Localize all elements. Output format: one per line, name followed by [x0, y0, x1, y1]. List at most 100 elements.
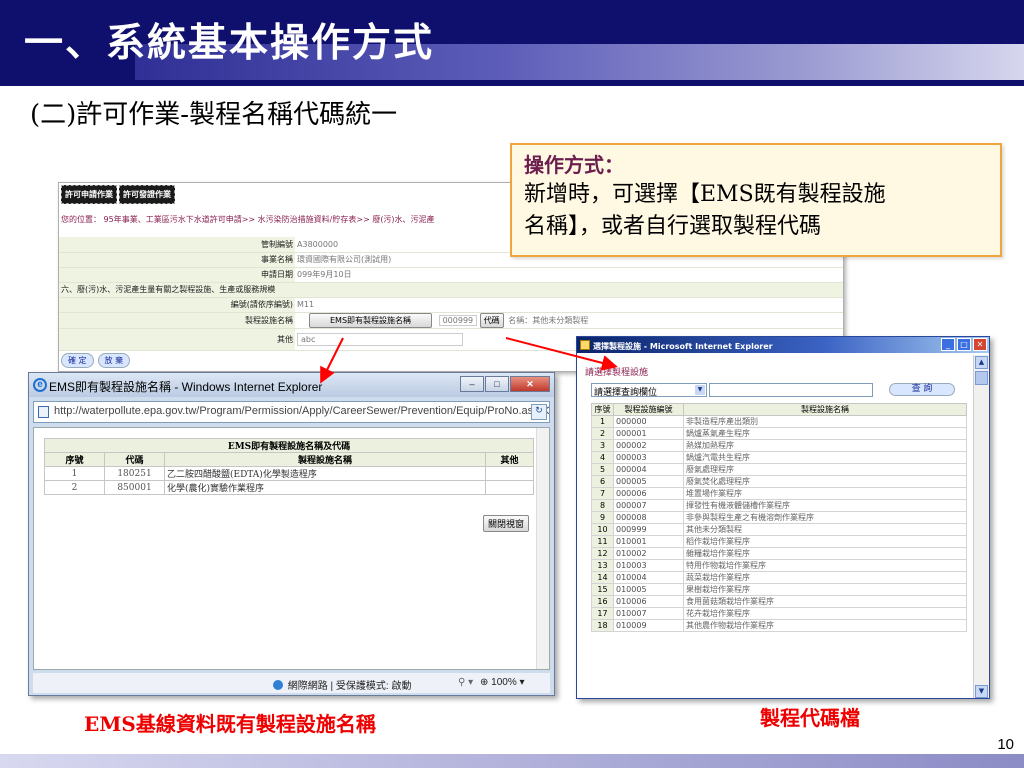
field-label: 管制編號	[59, 237, 295, 253]
security-zone[interactable]: 網際網路 | 受保護模式: 啟動	[273, 677, 412, 692]
other-input[interactable]: abc	[297, 332, 463, 346]
row-name[interactable]: 鍋爐蒸氣產生程序	[683, 427, 967, 440]
row-name[interactable]: 鍋爐汽電共生程序	[683, 451, 967, 464]
row-index: 6	[591, 475, 614, 488]
row-name[interactable]: 稻作栽培作業程序	[683, 535, 967, 548]
address-bar[interactable]: http://waterpollute.epa.gov.tw/Program/P…	[33, 401, 550, 423]
row-name[interactable]: 其他未分類製程	[683, 523, 967, 536]
row-code[interactable]: 000003	[613, 451, 684, 464]
row-code[interactable]: 010001	[613, 535, 684, 548]
vertical-scrollbar[interactable]: ▲ ▼	[973, 355, 989, 698]
row-other	[485, 466, 534, 481]
field-label: 製程設施名稱	[59, 312, 295, 329]
table-row[interactable]: 8 000007 揮發性有機液體儲槽作業程序	[591, 499, 967, 512]
row-name[interactable]: 果樹栽培作業程序	[683, 583, 967, 596]
row-code[interactable]: 010002	[613, 547, 684, 560]
row-index: 2	[591, 427, 614, 440]
table-row[interactable]: 2 850001 化學(農化)實驗作業程序	[44, 480, 534, 495]
table-row[interactable]: 9 000008 非參與製程生產之有機溶劑作業程序	[591, 511, 967, 524]
callout-box: 操作方式： 新增時，可選擇【EMS既有製程設施 名稱】，或者自行選取製程代碼	[510, 143, 1002, 257]
table-row[interactable]: 5 000004 廢氣處理程序	[591, 463, 967, 476]
table-row[interactable]: 15 010005 果樹栽培作業程序	[591, 583, 967, 596]
table-row[interactable]: 7 000006 堆置場作業程序	[591, 487, 967, 500]
search-bar: 請選擇查詢欄位 ▼ 查 詢	[591, 383, 955, 398]
status-bar: 網際網路 | 受保護模式: 啟動 ⚲ ▾ ⊕ 100% ▾	[33, 673, 550, 693]
minimize-icon[interactable]: –	[460, 376, 484, 392]
vertical-scrollbar[interactable]	[536, 428, 549, 669]
table-row[interactable]: 11 010001 稻作栽培作業程序	[591, 535, 967, 548]
table-row[interactable]: 6 000005 廢氣焚化處理程序	[591, 475, 967, 488]
zoom-control[interactable]: ⊕ 100% ▾	[480, 677, 525, 688]
callout-line-2: 名稱】，或者自行選取製程代碼	[524, 214, 822, 239]
row-code[interactable]: 010006	[613, 595, 684, 608]
code-button[interactable]: 代碼	[479, 312, 504, 328]
table-row[interactable]: 1 000000 非製造程序產出類別	[591, 415, 967, 428]
ems-facility-button[interactable]: EMS即有製程設施名稱	[309, 312, 433, 328]
close-icon[interactable]: ✕	[510, 376, 550, 392]
row-name[interactable]: 揮發性有機液體儲槽作業程序	[683, 499, 967, 512]
table-row[interactable]: 4 000003 鍋爐汽電共生程序	[591, 451, 967, 464]
row-code[interactable]: 000000	[613, 415, 684, 428]
row-index: 18	[591, 619, 614, 632]
row-name[interactable]: 非製造程序產出類別	[683, 415, 967, 428]
row-name[interactable]: 花卉栽培作業程序	[683, 607, 967, 620]
row-code[interactable]: 850001	[104, 480, 165, 495]
table-row[interactable]: 12 010002 雜糧栽培作業程序	[591, 547, 967, 560]
query-field-select[interactable]: 請選擇查詢欄位 ▼	[591, 383, 707, 398]
table-row[interactable]: 2 000001 鍋爐蒸氣產生程序	[591, 427, 967, 440]
row-name[interactable]: 特用作物栽培作業程序	[683, 559, 967, 572]
table-row[interactable]: 18 010009 其他農作物栽培作業程序	[591, 619, 967, 632]
close-icon[interactable]: ✕	[973, 338, 987, 351]
row-code[interactable]: 000999	[613, 523, 684, 536]
row-code[interactable]: 010005	[613, 583, 684, 596]
row-code[interactable]: 000004	[613, 463, 684, 476]
tab-permit-application[interactable]: 許可申請作業	[61, 185, 117, 204]
row-name[interactable]: 熱媒加熱程序	[683, 439, 967, 452]
row-name[interactable]: 廢氣焚化處理程序	[683, 475, 967, 488]
scroll-down-icon[interactable]: ▼	[975, 685, 988, 698]
row-name[interactable]: 其他農作物栽培作業程序	[683, 619, 967, 632]
row-name[interactable]: 化學(農化)實驗作業程序	[164, 480, 486, 495]
row-name[interactable]: 堆置場作業程序	[683, 487, 967, 500]
table-row[interactable]: 3 000002 熱媒加熱程序	[591, 439, 967, 452]
row-name[interactable]: 乙二胺四醋酸鹽(EDTA)化學製造程序	[164, 466, 486, 481]
table-row[interactable]: 1 180251 乙二胺四醋酸鹽(EDTA)化學製造程序	[44, 466, 534, 481]
close-window-button[interactable]: 關閉視窗	[483, 515, 530, 532]
row-code[interactable]: 180251	[104, 466, 165, 481]
maximize-icon[interactable]: □	[485, 376, 509, 392]
row-name[interactable]: 雜糧栽培作業程序	[683, 547, 967, 560]
scroll-thumb[interactable]	[975, 371, 988, 385]
row-code[interactable]: 000002	[613, 439, 684, 452]
row-name[interactable]: 非參與製程生產之有機溶劑作業程序	[683, 511, 967, 524]
minimize-icon[interactable]: _	[941, 338, 955, 351]
row-code[interactable]: 010003	[613, 559, 684, 572]
row-code[interactable]: 000008	[613, 511, 684, 524]
table-row[interactable]: 17 010007 花卉栽培作業程序	[591, 607, 967, 620]
row-code[interactable]: 000006	[613, 487, 684, 500]
lock-icon[interactable]: ⚲ ▾	[458, 677, 473, 688]
row-code[interactable]: 000001	[613, 427, 684, 440]
row-name[interactable]: 食用菌菇類栽培作業程序	[683, 595, 967, 608]
row-name[interactable]: 蔬菜栽培作業程序	[683, 571, 967, 584]
table-row[interactable]: 16 010006 食用菌菇類栽培作業程序	[591, 595, 967, 608]
maximize-icon[interactable]: □	[957, 338, 971, 351]
row-code[interactable]: 000005	[613, 475, 684, 488]
discard-button[interactable]: 放 棄	[97, 353, 131, 368]
row-name[interactable]: 廢氣處理程序	[683, 463, 967, 476]
table-row[interactable]: 13 010003 特用作物栽培作業程序	[591, 559, 967, 572]
row-code[interactable]: 010007	[613, 607, 684, 620]
tab-permit-issuance[interactable]: 許可發證作業	[119, 185, 175, 204]
scroll-up-icon[interactable]: ▲	[975, 356, 988, 369]
form-actions: 確 定 放 棄	[61, 353, 131, 368]
table-row[interactable]: 14 010004 蔬菜栽培作業程序	[591, 571, 967, 584]
table-row[interactable]: 10 000999 其他未分類製程	[591, 523, 967, 536]
confirm-button[interactable]: 確 定	[61, 353, 94, 368]
row-code[interactable]: 010009	[613, 619, 684, 632]
query-button[interactable]: 查 詢	[889, 383, 955, 396]
window-title-bar[interactable]: 選擇製程設施 - Microsoft Internet Explorer	[577, 337, 989, 353]
field-label: 其他	[59, 328, 295, 351]
row-code[interactable]: 010004	[613, 571, 684, 584]
refresh-icon[interactable]: ↻	[531, 404, 547, 420]
row-code[interactable]: 000007	[613, 499, 684, 512]
search-input[interactable]	[709, 383, 873, 397]
